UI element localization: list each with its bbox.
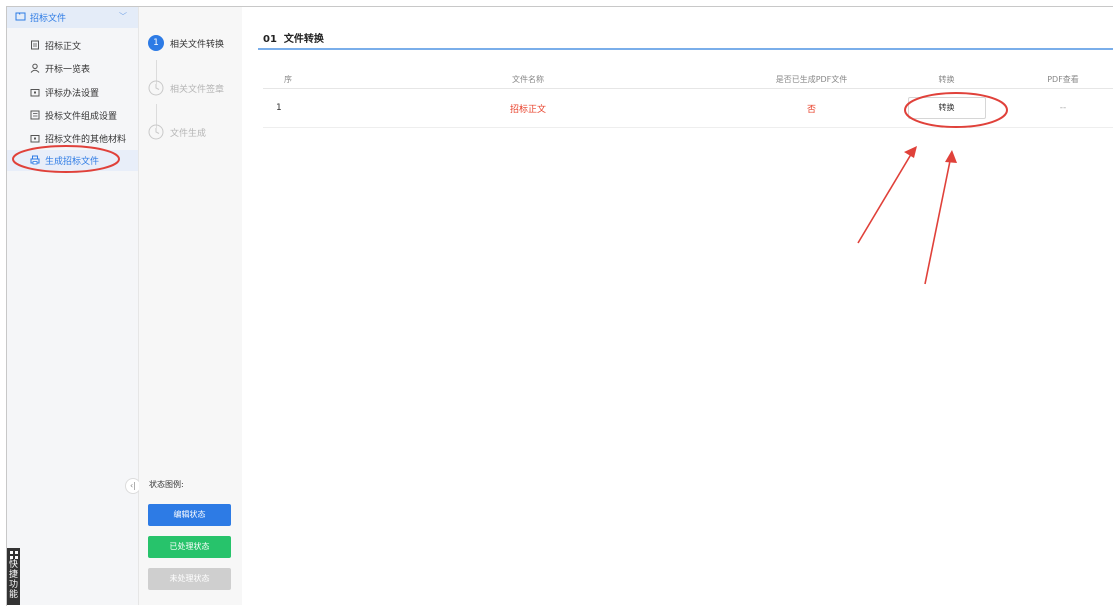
sidebar-item-label: 生成招标文件 xyxy=(45,157,100,167)
row-index: 1 xyxy=(263,88,313,128)
sidebar: 招标文件 ﹀ 招标正文 开标一览表 评标办法设置 投标文件组成设置 招标文件的其… xyxy=(7,7,139,605)
quick-functions-label: 快捷功能 xyxy=(8,560,18,600)
step-label: 相关文件转换 xyxy=(170,40,225,50)
row-pdf-generated: 否 xyxy=(743,88,880,128)
sidebar-item-shengcheng-zhaobiao[interactable]: 生成招标文件 xyxy=(7,150,138,171)
sidebar-header[interactable]: 招标文件 ﹀ xyxy=(7,7,138,28)
quick-functions-button[interactable]: 快捷功能 xyxy=(7,548,20,605)
column-header-pdf-generated: 是否已生成PDF文件 xyxy=(743,70,880,89)
clock-icon xyxy=(148,80,164,96)
sidebar-item-label: 招标正文 xyxy=(45,42,82,52)
page-title: 01 文件转换 xyxy=(263,34,324,45)
row-pdf-view: -- xyxy=(1013,88,1113,128)
column-header-convert: 转换 xyxy=(880,70,1013,89)
step-label: 文件生成 xyxy=(170,129,207,139)
sidebar-item-label: 招标文件的其他材料 xyxy=(45,135,127,145)
list-icon xyxy=(30,110,40,120)
column-header-index: 序 xyxy=(263,70,313,89)
printer-icon xyxy=(30,155,40,165)
sidebar-item-label: 开标一览表 xyxy=(45,65,91,75)
sidebar-item-kaibiao-yilanbiao[interactable]: 开标一览表 xyxy=(7,58,138,79)
folder-icon xyxy=(15,12,26,21)
row-filename: 招标正文 xyxy=(313,88,743,128)
convert-button[interactable]: 转换 xyxy=(907,97,986,119)
title-underline xyxy=(258,48,1113,50)
chevron-down-icon[interactable]: ﹀ xyxy=(119,11,127,22)
file-convert-table: 序 文件名称 是否已生成PDF文件 转换 PDF查看 1 招标正文 否 转换 -… xyxy=(263,70,1113,128)
step-number-badge: 1 xyxy=(148,35,164,51)
table-row: 1 招标正文 否 转换 -- xyxy=(263,88,1113,128)
grid-icon xyxy=(9,551,18,559)
briefcase-icon xyxy=(30,89,40,97)
clock-icon xyxy=(148,124,164,140)
column-header-pdf-view: PDF查看 xyxy=(1013,70,1113,89)
sidebar-item-zhaobiao-zhengwen[interactable]: 招标正文 xyxy=(7,35,138,56)
legend-title: 状态图例: xyxy=(149,480,184,489)
legend-editing-status: 编辑状态 xyxy=(148,504,231,526)
step-label: 相关文件签章 xyxy=(170,85,225,95)
row-convert-cell: 转换 xyxy=(880,88,1013,128)
user-icon xyxy=(30,63,40,73)
column-header-filename: 文件名称 xyxy=(313,70,743,89)
briefcase-icon xyxy=(30,135,40,143)
sidebar-item-toubiao-zucheng[interactable]: 投标文件组成设置 xyxy=(7,105,138,126)
legend-unprocessed-status: 未处理状态 xyxy=(148,568,231,590)
sidebar-item-label: 评标办法设置 xyxy=(45,89,100,99)
document-icon xyxy=(31,40,39,50)
legend-processed-status: 已处理状态 xyxy=(148,536,231,558)
table-header-row: 序 文件名称 是否已生成PDF文件 转换 PDF查看 xyxy=(263,70,1113,89)
sidebar-item-qita-cailiao[interactable]: 招标文件的其他材料 xyxy=(7,128,138,149)
sidebar-item-label: 投标文件组成设置 xyxy=(45,112,118,122)
sidebar-header-label: 招标文件 xyxy=(30,14,67,24)
sidebar-item-pingbiao-banfa[interactable]: 评标办法设置 xyxy=(7,82,138,103)
